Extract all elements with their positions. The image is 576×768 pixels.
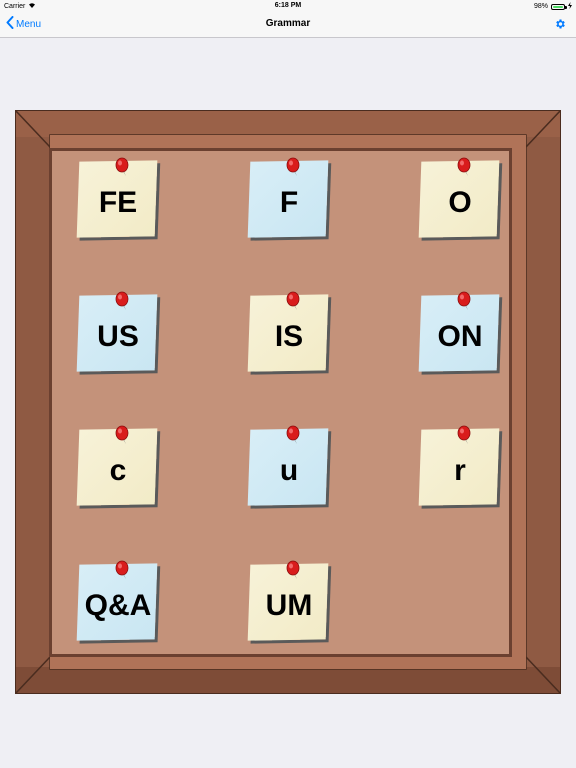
note-label: F bbox=[279, 186, 299, 219]
back-label: Menu bbox=[16, 18, 42, 30]
note-label: FE bbox=[98, 186, 138, 219]
note-label: Q&A bbox=[84, 589, 152, 622]
navigation-bar: Menu Grammar bbox=[0, 12, 576, 38]
note-label: UM bbox=[265, 589, 313, 622]
pushpin-icon bbox=[285, 425, 301, 450]
sticky-note[interactable]: FE bbox=[76, 157, 158, 239]
sticky-note[interactable]: Q&A bbox=[76, 560, 158, 642]
chevron-left-icon bbox=[6, 16, 14, 32]
note-label: u bbox=[279, 454, 299, 487]
sticky-note[interactable]: IS bbox=[247, 291, 329, 373]
pushpin-icon bbox=[114, 291, 130, 316]
note-label: c bbox=[109, 454, 127, 487]
sticky-note[interactable]: r bbox=[418, 425, 500, 507]
pushpin-icon bbox=[456, 157, 472, 182]
settings-button[interactable] bbox=[554, 17, 566, 35]
note-label: ON bbox=[437, 320, 483, 353]
status-right: 98% bbox=[534, 2, 572, 11]
pushpin-icon bbox=[285, 157, 301, 182]
pushpin-icon bbox=[285, 291, 301, 316]
note-label: US bbox=[97, 320, 139, 353]
gear-icon bbox=[554, 17, 566, 34]
note-label: O bbox=[448, 186, 472, 219]
sticky-note[interactable]: ON bbox=[418, 291, 500, 373]
sticky-note[interactable]: O bbox=[418, 157, 500, 239]
battery-percent: 98% bbox=[533, 3, 548, 10]
back-button[interactable]: Menu bbox=[6, 16, 41, 32]
sticky-note[interactable]: US bbox=[76, 291, 158, 373]
clock: 6:18 PM bbox=[274, 2, 302, 9]
charging-icon bbox=[568, 2, 572, 11]
pushpin-icon bbox=[456, 425, 472, 450]
pushpin-icon bbox=[456, 291, 472, 316]
pushpin-icon bbox=[114, 560, 130, 585]
battery-icon bbox=[551, 3, 567, 10]
note-label: r bbox=[454, 454, 466, 487]
pushpin-icon bbox=[285, 560, 301, 585]
sticky-note[interactable]: F bbox=[247, 157, 329, 239]
pushpin-icon bbox=[114, 425, 130, 450]
sticky-note[interactable]: c bbox=[76, 425, 158, 507]
note-label: IS bbox=[274, 320, 304, 353]
status-bar: Carrier 6:18 PM 98% bbox=[0, 0, 576, 12]
sticky-note[interactable]: UM bbox=[247, 560, 329, 642]
pushpin-icon bbox=[114, 157, 130, 182]
sticky-note[interactable]: u bbox=[247, 425, 329, 507]
page-title: Grammar bbox=[265, 18, 311, 29]
